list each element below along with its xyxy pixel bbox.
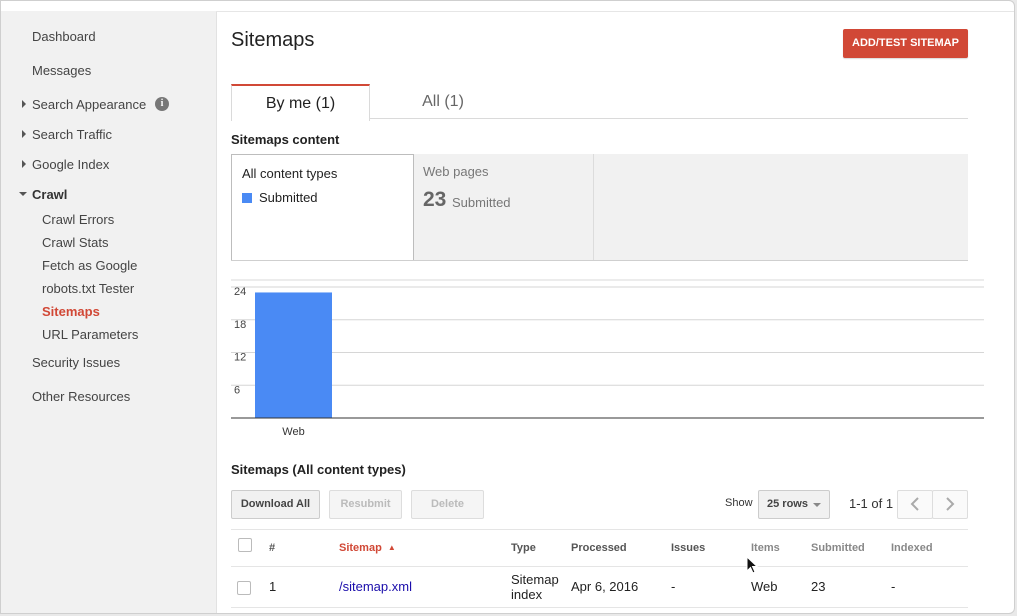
delete-button[interactable]: Delete — [411, 490, 484, 519]
sitemaps-table-heading: Sitemaps (All content types) — [231, 462, 406, 477]
card-web-pages-count-label: Submitted — [452, 195, 511, 210]
show-label: Show — [725, 497, 753, 509]
y-tick-label: 12 — [234, 352, 246, 364]
chevron-left-icon — [910, 497, 919, 511]
bar-web — [255, 292, 332, 418]
next-page-button[interactable] — [932, 490, 968, 519]
resubmit-button[interactable]: Resubmit — [329, 490, 402, 519]
row-border — [231, 607, 968, 608]
sidebar-item-other-resources[interactable]: Other Resources — [32, 389, 130, 404]
row-issues: - — [671, 579, 676, 594]
prev-page-button[interactable] — [897, 490, 933, 519]
add-test-sitemap-button[interactable]: ADD/TEST SITEMAP — [843, 29, 968, 58]
row-submitted: 23 — [811, 579, 826, 594]
sidebar-item-google-index[interactable]: Google Index — [32, 157, 109, 172]
sitemap-link[interactable]: /sitemap.xml — [339, 579, 412, 594]
card-all-content-types[interactable]: All content types Submitted — [231, 154, 414, 260]
pagination-text: 1-1 of 1 — [849, 496, 894, 511]
info-icon[interactable]: i — [155, 97, 169, 111]
column-header-sitemap[interactable]: Sitemap ▲ — [339, 542, 396, 554]
table-top-border — [231, 529, 968, 530]
column-header-issues[interactable]: Issues — [671, 542, 705, 554]
column-header-sitemap-label: Sitemap — [339, 542, 382, 554]
select-all-checkbox[interactable] — [238, 538, 252, 552]
y-tick-label: 18 — [234, 319, 246, 331]
legend-swatch — [242, 193, 252, 203]
mouse-cursor-icon — [746, 556, 758, 574]
tab-by-me[interactable]: By me (1) — [231, 84, 370, 121]
rows-per-page-value: 25 rows — [767, 498, 808, 510]
collapse-arrow-icon[interactable] — [19, 192, 27, 196]
rows-per-page-select[interactable]: 25 rows — [758, 490, 830, 519]
expand-arrow-icon[interactable] — [22, 130, 26, 138]
row-indexed: - — [891, 579, 896, 594]
legend-label: Submitted — [259, 190, 318, 205]
card-divider — [593, 154, 594, 260]
column-header-indexed[interactable]: Indexed — [891, 542, 933, 554]
submitted-bar-chart: 6 12 18 24 Web — [231, 279, 984, 438]
column-header-processed[interactable]: Processed — [571, 542, 627, 554]
column-header-submitted[interactable]: Submitted — [811, 542, 865, 554]
sidebar-nav: Dashboard Messages Search Appearance i S… — [1, 11, 217, 613]
tab-all[interactable]: All (1) — [381, 86, 505, 118]
chevron-right-icon — [946, 497, 955, 511]
column-header-items[interactable]: Items — [751, 542, 780, 554]
row-type-line1: Sitemap — [511, 572, 559, 587]
y-tick-label: 24 — [234, 286, 246, 298]
sidebar-item-crawl[interactable]: Crawl — [32, 187, 67, 202]
x-tick-label: Web — [282, 426, 304, 438]
card-web-pages-count: 23 — [423, 188, 447, 211]
sidebar-item-fetch-as-google[interactable]: Fetch as Google — [42, 258, 137, 273]
row-number: 1 — [269, 579, 277, 594]
sidebar-item-dashboard[interactable]: Dashboard — [32, 29, 96, 44]
page-title: Sitemaps — [231, 29, 315, 51]
sidebar-item-robots-tester[interactable]: robots.txt Tester — [42, 281, 134, 296]
row-processed: Apr 6, 2016 — [571, 579, 639, 594]
sidebar-item-crawl-errors[interactable]: Crawl Errors — [42, 212, 114, 227]
app-window: Dashboard Messages Search Appearance i S… — [0, 0, 1015, 614]
sidebar-item-crawl-stats[interactable]: Crawl Stats — [42, 235, 108, 250]
row-items: Web — [751, 579, 778, 594]
card-web-pages-title[interactable]: Web pages — [423, 164, 489, 179]
sidebar-item-search-traffic[interactable]: Search Traffic — [32, 127, 112, 142]
y-tick-label: 6 — [234, 384, 240, 396]
row-checkbox[interactable] — [237, 581, 251, 595]
header-row-border — [231, 566, 968, 567]
sidebar-item-sitemaps[interactable]: Sitemaps — [42, 304, 100, 319]
column-header-number: # — [269, 542, 276, 554]
download-all-button[interactable]: Download All — [231, 490, 320, 519]
sitemaps-content-heading: Sitemaps content — [231, 132, 340, 147]
sidebar-item-security-issues[interactable]: Security Issues — [32, 355, 120, 370]
sidebar-item-url-parameters[interactable]: URL Parameters — [42, 327, 138, 342]
row-type-line2: index — [511, 587, 543, 602]
column-header-type[interactable]: Type — [511, 542, 536, 554]
card-title: All content types — [242, 166, 338, 181]
header-divider — [216, 11, 1014, 12]
expand-arrow-icon[interactable] — [22, 160, 26, 168]
sidebar-item-search-appearance[interactable]: Search Appearance — [32, 97, 146, 112]
dropdown-arrow-icon — [813, 503, 821, 507]
sidebar-item-messages[interactable]: Messages — [32, 63, 91, 78]
expand-arrow-icon[interactable] — [22, 100, 26, 108]
sort-ascending-icon: ▲ — [387, 543, 396, 552]
